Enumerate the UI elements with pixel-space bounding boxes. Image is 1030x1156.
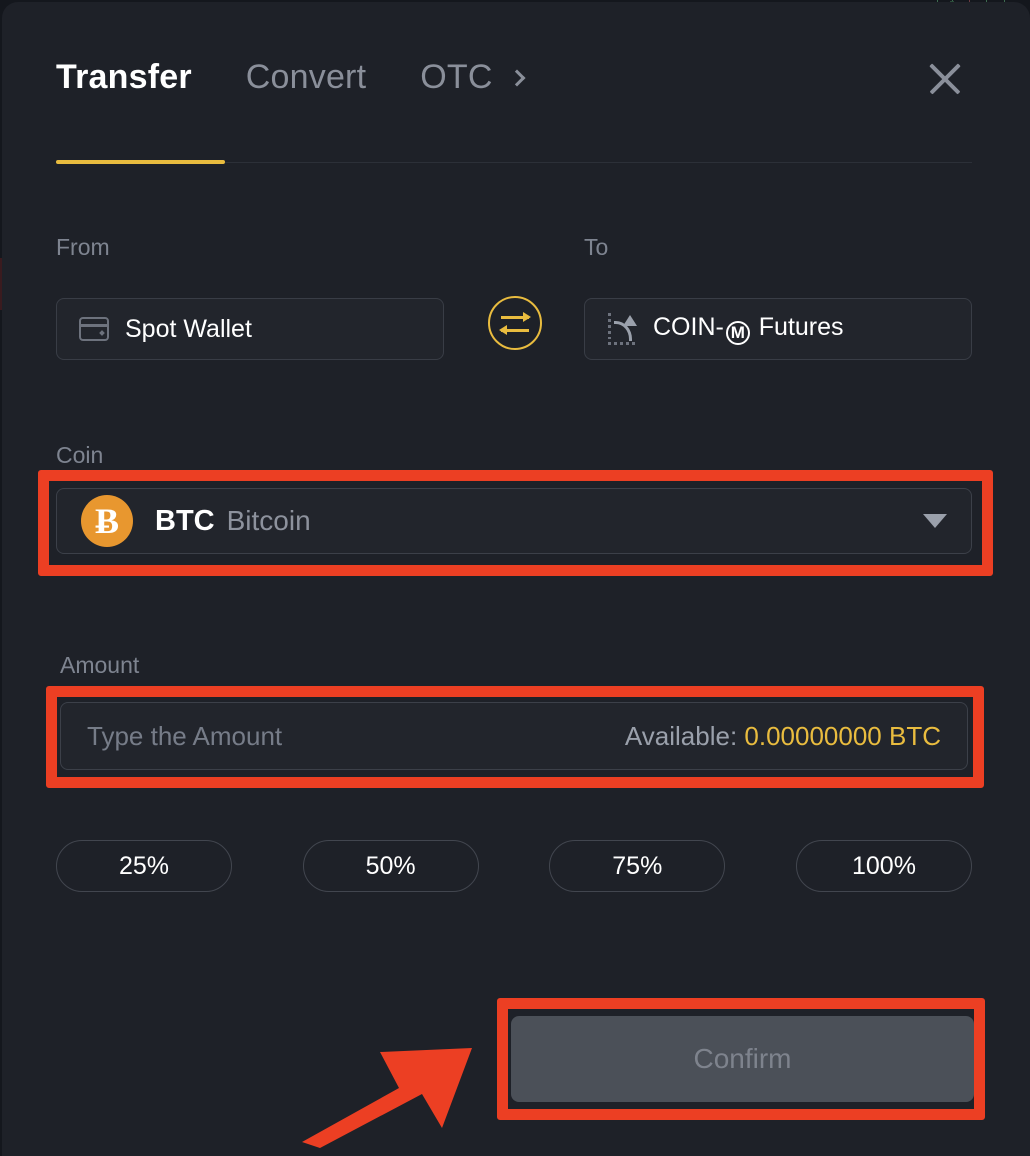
available-value: 0.00000000 BTC — [744, 720, 941, 751]
dialog-tabs: Transfer Convert OTC — [56, 58, 526, 97]
coin-label: Coin — [56, 442, 104, 468]
from-wallet-select[interactable]: Spot Wallet — [56, 298, 444, 360]
from-wallet-value: Spot Wallet — [125, 314, 252, 343]
to-wallet-suffix: Futures — [758, 313, 844, 342]
confirm-button[interactable]: Confirm — [511, 1016, 974, 1102]
futures-chart-icon — [607, 313, 641, 345]
to-wallet-value: COIN- M Futures — [653, 313, 844, 345]
wallet-icon — [79, 317, 109, 341]
tab-convert[interactable]: Convert — [246, 58, 366, 97]
coin-select[interactable]: Ƀ BTC Bitcoin — [56, 488, 972, 554]
coin-margined-badge: M — [725, 320, 750, 345]
from-label: From — [56, 234, 110, 260]
swap-arrows-icon[interactable] — [488, 296, 542, 350]
to-wallet-select[interactable]: COIN- M Futures — [584, 298, 972, 360]
amount-field-container[interactable]: Available: 0.00000000 BTC — [60, 702, 968, 770]
tab-bar-divider — [225, 162, 972, 163]
percent-button-75[interactable]: 75% — [549, 840, 726, 892]
available-balance: Available: 0.00000000 BTC — [625, 721, 941, 752]
percent-button-50[interactable]: 50% — [302, 840, 479, 892]
to-wallet-prefix: COIN- — [653, 313, 724, 342]
amount-label: Amount — [60, 652, 140, 678]
percent-button-25[interactable]: 25% — [56, 840, 232, 892]
chevron-right-icon — [508, 69, 526, 86]
available-label: Available: — [624, 720, 738, 751]
transfer-dialog: Transfer Convert OTC From Spot Wallet To… — [2, 2, 1030, 1156]
annotation-arrow-icon — [302, 1048, 472, 1148]
percent-button-row: 25% 50% 75% 100% — [56, 840, 972, 892]
tab-transfer[interactable]: Transfer — [56, 58, 192, 97]
tab-otc[interactable]: OTC — [420, 58, 526, 97]
close-icon[interactable] — [922, 56, 968, 102]
caret-down-icon[interactable] — [923, 514, 947, 528]
coin-symbol: BTC — [155, 504, 215, 537]
tab-otc-label: OTC — [420, 58, 493, 96]
percent-button-100[interactable]: 100% — [795, 840, 972, 892]
bitcoin-logo-icon: Ƀ — [81, 495, 133, 547]
to-label: To — [584, 234, 609, 260]
active-tab-underline — [56, 160, 225, 164]
amount-input[interactable] — [87, 720, 625, 752]
coin-name: Bitcoin — [226, 505, 311, 536]
